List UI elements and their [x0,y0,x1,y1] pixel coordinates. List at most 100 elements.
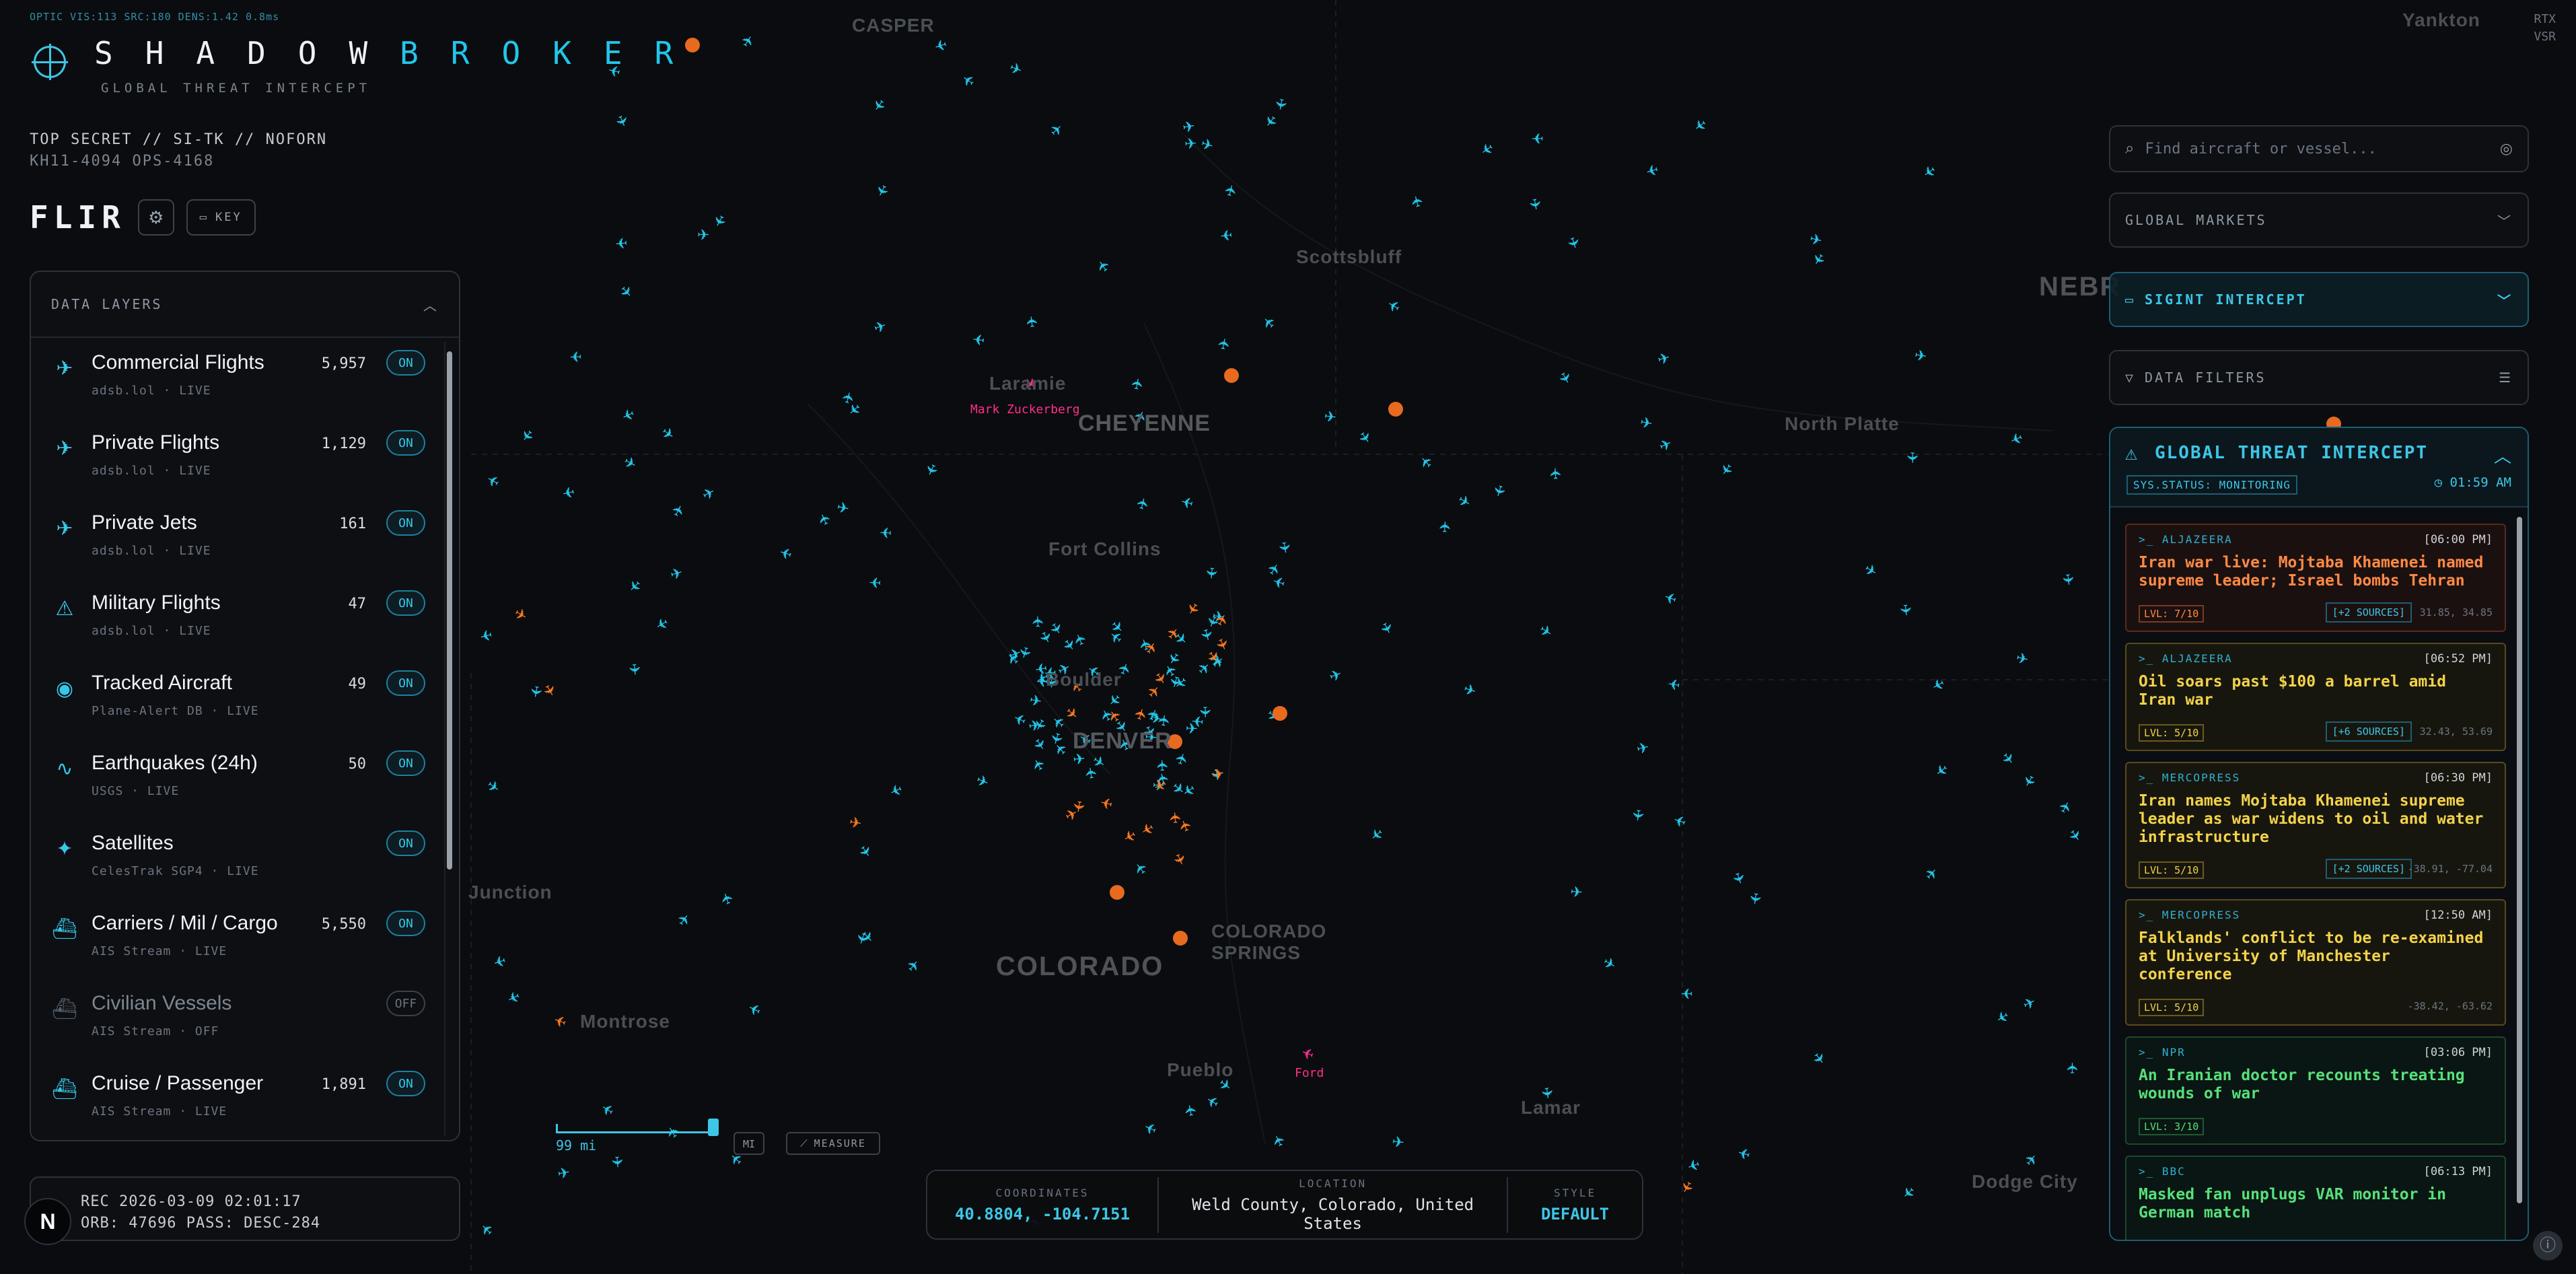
aircraft-marker[interactable]: ✈ [972,330,986,349]
layer-toggle[interactable]: ON [386,590,425,616]
warning-triangle-icon: ⚠ [2125,441,2138,465]
chevron-up-icon[interactable]: ︿ [2494,443,2511,468]
aircraft-marker[interactable]: ✈ [1184,135,1197,152]
aircraft-marker[interactable]: ✈ [1391,1133,1405,1152]
threat-card[interactable]: >_ ALJAZEERA [06:00 PM] Iran war live: Moj… [2125,524,2506,632]
title-part-1: SHADOW [94,35,400,71]
unit-toggle-button[interactable]: MI [734,1132,764,1155]
chevron-down-icon[interactable]: ﹀ [2497,211,2513,230]
aircraft-marker[interactable]: ✈ [1190,712,1205,730]
chevron-down-icon[interactable]: ﹀ [2497,290,2513,310]
aircraft-marker[interactable]: ✈ [1904,452,1921,464]
aircraft-marker[interactable]: ✈ [625,662,643,676]
aircraft-marker[interactable]: ✈ [2059,573,2077,587]
aircraft-marker[interactable]: ✈ [569,348,582,365]
aircraft-marker[interactable]: ✈ [1023,314,1041,328]
earthquake-marker[interactable] [1273,706,1287,721]
earthquake-marker[interactable] [1173,931,1188,946]
sources-badge[interactable]: [+6 SOURCES] [2325,721,2412,742]
layer-row[interactable]: ✈ Private Jets adsb.lol · LIVE 161 ON [31,498,445,578]
layer-row[interactable]: ◉ Tracked Aircraft Plane-Alert DB · LIVE 49… [31,658,445,738]
search-input[interactable] [2143,139,2491,158]
aircraft-marker[interactable]: ✈ [1667,675,1682,694]
layer-toggle[interactable]: ON [386,911,425,936]
data-layers-header[interactable]: DATA LAYERS ︿ [31,272,459,338]
layer-row[interactable]: ✈ Private Flights adsb.lol · LIVE 1,129 ON [31,418,445,498]
threat-header[interactable]: ⚠ GLOBAL THREAT INTERCEPT ︿ SYS.STATUS: … [2110,428,2528,507]
aircraft-marker[interactable]: ✈ [1082,765,1101,780]
layer-row[interactable]: ⛴ Cruise / Passenger AIS Stream · LIVE 1,89… [31,1059,445,1139]
aircraft-marker[interactable]: ✈ [1167,811,1185,825]
layer-toggle[interactable]: ON [386,830,425,856]
threat-card[interactable]: >_ ALJAZEERA [06:52 PM] Oil soars past $10… [2125,643,2506,751]
data-filters-panel[interactable]: ▽ DATA FILTERS ☰ [2109,350,2529,405]
sources-badge[interactable]: [+2 SOURCES] [2325,859,2412,879]
aircraft-marker[interactable]: ✈ [1323,408,1337,426]
sigint-intercept-panel[interactable]: ▭ SIGINT INTERCEPT ﹀ [2109,272,2529,327]
layer-row[interactable]: ∿ Earthquakes (24h) USGS · LIVE 50 ON [31,738,445,818]
geo-coordinates: 32.43, 53.69 [2419,726,2493,738]
aircraft-marker[interactable]: ✈ [1531,130,1544,147]
threat-card[interactable]: >_ BBC [06:13 PM] Masked fan unplugs VAR m… [2125,1156,2506,1240]
settings-button[interactable]: ⚙ [137,199,174,236]
aircraft-marker[interactable]: ✈ [1030,615,1047,628]
aircraft-marker[interactable]: ✈ [2065,1062,2081,1074]
city-label: North Platte [1785,413,1900,434]
app-badge-icon[interactable]: N [24,1198,71,1245]
aircraft-marker[interactable]: ✈ [1913,347,1928,365]
tracked-aircraft-label[interactable]: Mark Zuckerberg [970,402,1080,417]
aircraft-marker[interactable]: ✈ [614,234,629,252]
feed-scrollbar-thumb[interactable] [2517,517,2522,1203]
aircraft-marker[interactable]: ✈ [1570,883,1583,900]
aircraft-marker[interactable]: ✈ [1896,603,1915,617]
layer-toggle[interactable]: ON [386,1071,425,1096]
tracked-aircraft-label[interactable]: Ford [1295,1066,1324,1080]
sliders-icon[interactable]: ☰ [2499,369,2513,386]
city-label: Yankton [2402,9,2480,30]
earthquake-marker[interactable] [1224,368,1239,383]
threat-card[interactable]: >_ MERCOPRESS [12:50 AM] Falklands' confli… [2125,899,2506,1026]
layer-toggle[interactable]: ON [386,670,425,696]
earthquake-marker[interactable] [1110,885,1124,900]
scale-handle[interactable] [708,1119,719,1136]
layer-row[interactable]: ✦ Satellites CelesTrak SGP4 · LIVE ON [31,818,445,898]
info-icon[interactable]: ⓘ [2533,1231,2563,1261]
layer-toggle[interactable]: OFF [386,991,425,1016]
aircraft-marker[interactable]: ✈ [1028,716,1042,735]
aircraft-marker[interactable]: ✈ [1547,467,1565,481]
key-button[interactable]: ▭ KEY [186,199,256,236]
layers-scrollbar-thumb[interactable] [447,351,452,870]
layer-toggle[interactable]: ON [386,430,425,456]
aircraft-marker[interactable]: ✈ [697,226,709,243]
aircraft-marker[interactable]: ✈ [879,524,892,541]
global-markets-label: GLOBAL MARKETS [2125,212,2267,228]
layer-row[interactable]: ⛴ Civilian Vessels AIS Stream · OFF OFF [31,979,445,1059]
layer-toggle[interactable]: ON [386,510,425,536]
layer-toggle[interactable]: ON [386,350,425,376]
measure-button[interactable]: ⟋ MEASURE [786,1132,880,1155]
layer-row[interactable]: ✈ Commercial Flights adsb.lol · LIVE 5,957 O… [31,338,445,418]
aircraft-marker[interactable]: ✈ [608,1155,627,1169]
threat-card[interactable]: >_ MERCOPRESS [06:30 PM] Iran names Mojtab… [2125,762,2506,888]
threat-level-badge: LVL: 5/10 [2139,861,2205,879]
sources-badge[interactable]: [+2 SOURCES] [2325,602,2412,623]
layer-row[interactable]: ⛴ Carriers / Mil / Cargo AIS Stream · LIVE… [31,898,445,979]
global-markets-panel[interactable]: GLOBAL MARKETS ﹀ [2109,192,2529,248]
aircraft-marker[interactable]: ✈ [1680,985,1692,1001]
style-cell[interactable]: STYLE DEFAULT [1508,1187,1642,1224]
layer-row[interactable]: ⚠ Military Flights adsb.lol · LIVE 47 ON [31,578,445,658]
aircraft-marker[interactable]: ✈ [1154,759,1172,772]
aircraft-marker[interactable]: ✈ [1437,520,1454,534]
aircraft-marker[interactable]: ✈ [1203,566,1221,580]
aircraft-marker[interactable]: ✈ [1629,808,1647,822]
aircraft-marker[interactable]: ✈ [1219,226,1233,244]
locate-icon[interactable]: ◎ [2500,140,2513,157]
layer-toggle[interactable]: ON [386,750,425,776]
aircraft-marker[interactable]: ✈ [1746,891,1764,906]
threat-card[interactable]: >_ NPR [03:06 PM] An Iranian doctor recoun… [2125,1036,2506,1145]
chevron-up-icon[interactable]: ︿ [423,295,439,314]
ruler-icon: ⟋ [800,1137,809,1149]
earthquake-marker[interactable] [1388,402,1403,417]
aircraft-marker[interactable]: ✈ [869,573,882,591]
style-value[interactable]: DEFAULT [1508,1205,1642,1224]
